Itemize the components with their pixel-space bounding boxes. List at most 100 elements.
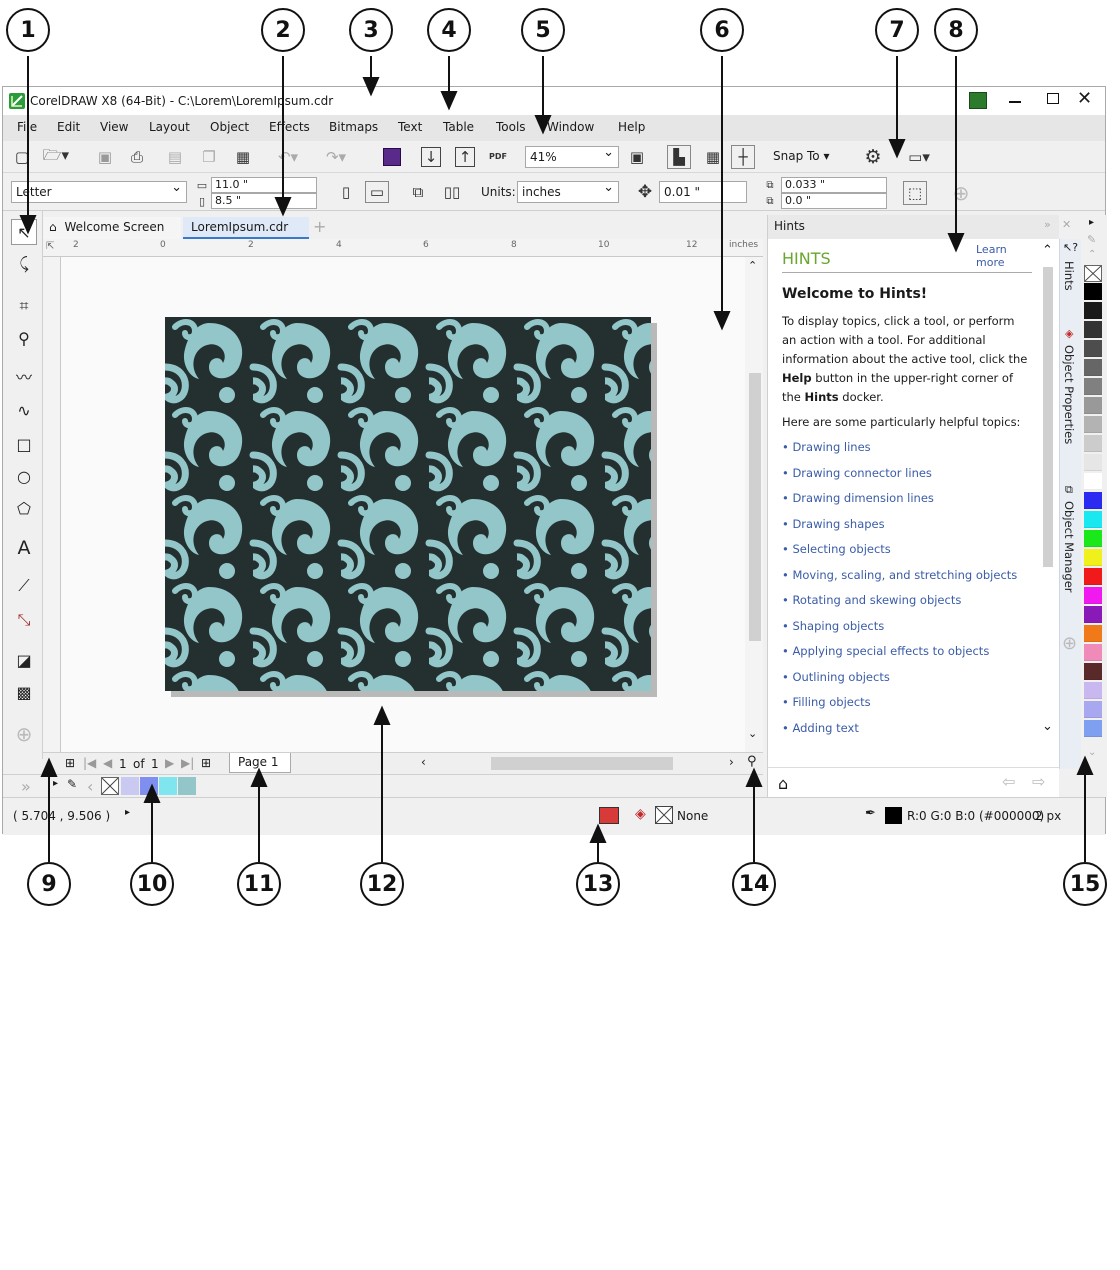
hint-topic-link[interactable]: • Shaping objects [782,617,1032,643]
menu-file[interactable]: File [17,120,37,134]
next-page-icon[interactable]: ▶ [165,756,174,770]
drawing-window[interactable] [61,257,745,752]
tab-loremipsum[interactable]: LoremIpsum.cdr [183,217,309,239]
hint-topic-link[interactable]: • Adding text [782,719,1032,745]
search-content-icon[interactable] [383,148,401,166]
palette-swatch[interactable] [1084,682,1102,699]
full-screen-preview-icon[interactable]: ▣ [627,147,647,167]
hints-forward-icon[interactable]: ⇨ [1032,772,1045,791]
polygon-tool-icon[interactable]: ⬠ [11,495,37,521]
vertical-scroll-thumb[interactable] [749,373,761,641]
horizontal-ruler[interactable]: ⇱ 2 0 2 4 6 8 10 12 inches [43,239,763,257]
hint-topic-link[interactable]: • Outlining objects [782,668,1032,694]
artistic-media-tool-icon[interactable]: ∿ [11,397,37,423]
menu-window[interactable]: Window [547,120,594,134]
all-pages-icon[interactable]: ⧉ [407,181,429,203]
current-page-icon[interactable]: ▯▯ [441,181,463,203]
quick-customize-icon[interactable]: ⊕ [11,721,37,747]
new-document-icon[interactable]: ▢ [11,147,33,167]
freehand-tool-icon[interactable]: 〰 [11,363,37,389]
palette-swatch[interactable] [1084,549,1102,566]
hints-scroll-up-icon[interactable]: ⌃ [1042,243,1053,258]
eyedropper-icon[interactable]: ✎ [67,777,77,791]
hints-scrollbar[interactable]: ⌃ ⌄ [1040,243,1056,767]
minimize-icon[interactable] [1009,101,1021,103]
palette-swatch[interactable] [1084,378,1102,395]
options-gear-icon[interactable]: ⚙ [861,145,885,169]
hint-topic-link[interactable]: • Filling objects [782,693,1032,719]
redo-icon[interactable]: ↷▾ [321,147,351,167]
palette-expand-icon[interactable]: » [21,777,31,796]
undo-icon[interactable]: ↶▾ [273,147,303,167]
learn-more-link[interactable]: Learn more [976,243,1030,269]
add-docker-icon[interactable]: ⊕ [1062,633,1077,654]
document-swatch[interactable] [159,777,177,795]
scroll-up-icon[interactable]: ⌃ [748,259,757,272]
application-launcher-icon[interactable]: ▭▾ [899,145,939,169]
menu-layout[interactable]: Layout [149,120,190,134]
scroll-down-icon[interactable]: ⌄ [748,727,757,740]
rectangle-tool-icon[interactable]: □ [11,431,37,457]
menu-tools[interactable]: Tools [496,120,526,134]
previous-page-icon[interactable]: ◀ [103,756,112,770]
publish-pdf-icon[interactable]: PDF [487,145,509,167]
color-proofing-icon[interactable] [599,807,619,824]
hint-topic-link[interactable]: • Drawing connector lines [782,464,1032,490]
copy-icon[interactable]: ❐ [199,147,219,167]
scroll-left-icon[interactable]: ‹ [421,755,426,769]
menu-effects[interactable]: Effects [269,120,310,134]
snap-to-dropdown[interactable]: Snap To ▾ [773,149,829,163]
open-folder-icon[interactable]: 🗁▾ [41,146,71,167]
menu-object[interactable]: Object [210,120,249,134]
print-icon[interactable]: ⎙ [127,147,147,167]
scroll-right-icon[interactable]: › [729,755,734,769]
docker-tab-object-manager[interactable]: Object Manager [1062,501,1076,593]
parallel-dimension-tool-icon[interactable]: ⟋ [11,573,37,599]
no-color-swatch[interactable] [1084,265,1102,282]
hints-back-icon[interactable]: ⇦ [1002,772,1015,791]
paste-icon[interactable]: ▦ [233,147,253,167]
landscape-icon[interactable]: ▭ [365,181,389,203]
palette-swatch[interactable] [1084,435,1102,452]
fill-indicator-icon[interactable]: ◈ [635,806,646,822]
palette-swatch[interactable] [1084,701,1102,718]
ellipse-tool-icon[interactable]: ○ [11,463,37,489]
add-property-icon[interactable]: ⊕ [949,181,973,205]
palette-menu-icon[interactable]: ▸ [53,778,58,789]
maximize-icon[interactable] [1047,93,1059,104]
palette-swatch[interactable] [1084,663,1102,680]
shape-tool-icon[interactable]: ⤹ [11,251,37,277]
hint-topic-link[interactable]: • Drawing dimension lines [782,489,1032,515]
palette-swatch[interactable] [1084,625,1102,642]
export-icon[interactable]: ↑ [455,147,475,167]
palette-swatch[interactable] [1084,511,1102,528]
hint-topic-link[interactable]: • Selecting objects [782,540,1032,566]
palette-swatch[interactable] [1084,283,1102,300]
tab-welcome-screen[interactable]: ⌂ Welcome Screen [43,217,181,239]
palette-swatch[interactable] [1084,568,1102,585]
drawing-page[interactable] [165,317,651,691]
menu-edit[interactable]: Edit [57,120,80,134]
show-grid-icon[interactable]: ▦ [701,145,725,169]
duplicate-distance-y-field[interactable]: 0.0 " [781,193,887,209]
hint-topic-link[interactable]: • Drawing shapes [782,515,1032,541]
vertical-ruler[interactable] [43,257,61,752]
docker-close-icon[interactable]: ✕ [1062,218,1071,231]
new-tab-icon[interactable]: + [313,217,331,237]
text-tool-icon[interactable]: A [11,535,37,561]
palette-swatch[interactable] [1084,454,1102,471]
import-icon[interactable]: ↓ [421,147,441,167]
document-swatch-none[interactable] [101,777,119,795]
docker-collapse-icon[interactable]: » [1044,218,1051,231]
portrait-icon[interactable]: ▯ [337,181,355,203]
menu-view[interactable]: View [100,120,128,134]
palette-swatch[interactable] [1084,359,1102,376]
page-tab[interactable]: Page 1 [229,753,291,773]
document-swatch[interactable] [178,777,196,795]
add-page-after-icon[interactable]: ⊞ [201,756,211,770]
page-height-field[interactable]: 8.5 " [211,193,317,209]
hints-scroll-down-icon[interactable]: ⌄ [1042,719,1053,734]
show-rulers-icon[interactable]: ▙ [667,145,691,169]
document-swatch[interactable] [121,777,139,795]
transparency-tool-icon[interactable]: ▩ [11,679,37,705]
